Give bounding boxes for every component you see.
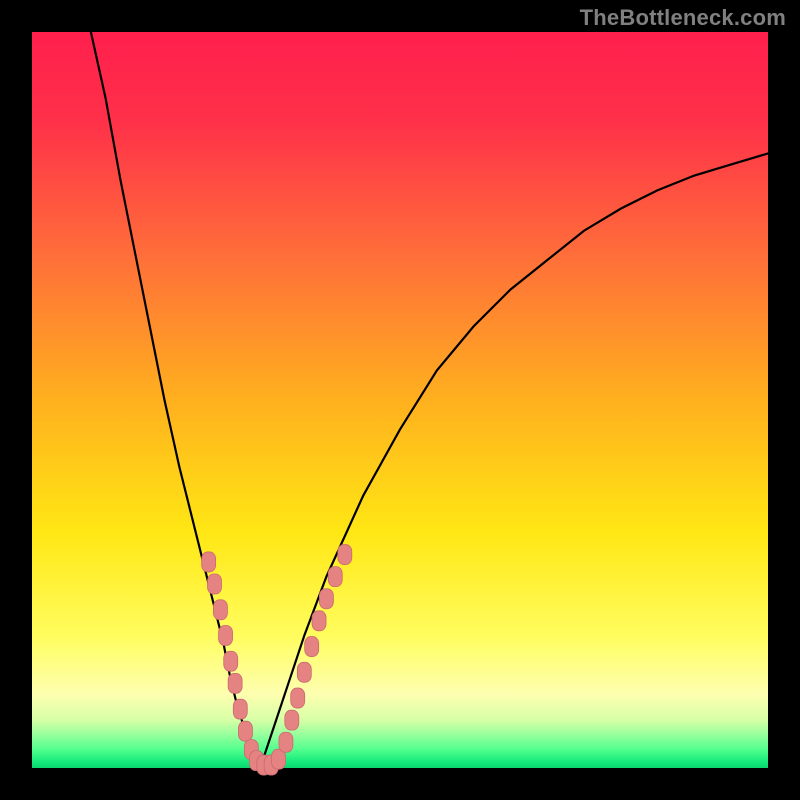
marker-dot: [208, 574, 222, 594]
marker-dot: [305, 637, 319, 657]
marker-dot: [297, 662, 311, 682]
marker-dot: [228, 673, 242, 693]
marker-dot: [291, 688, 305, 708]
marker-dot: [219, 626, 233, 646]
gradient-background: [32, 32, 768, 768]
marker-dot: [238, 721, 252, 741]
marker-dot: [224, 651, 238, 671]
marker-dot: [285, 710, 299, 730]
marker-dot: [233, 699, 247, 719]
marker-dot: [312, 611, 326, 631]
marker-dot: [213, 600, 227, 620]
marker-dot: [202, 552, 216, 572]
marker-dot: [279, 732, 293, 752]
marker-dot: [319, 589, 333, 609]
watermark-text: TheBottleneck.com: [580, 5, 786, 31]
marker-dot: [338, 545, 352, 565]
marker-dot: [328, 567, 342, 587]
chart-svg: [0, 0, 800, 800]
chart-canvas: TheBottleneck.com: [0, 0, 800, 800]
